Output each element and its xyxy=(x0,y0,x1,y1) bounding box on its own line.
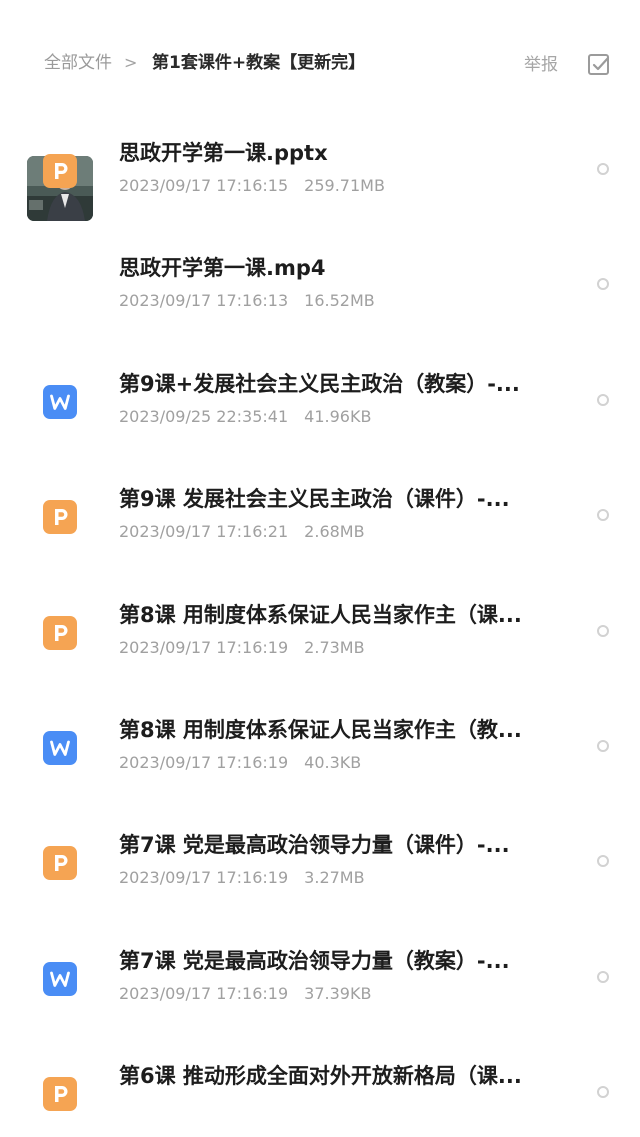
file-row[interactable]: 第8课 用制度体系保证人民当家作主（教... 2023/09/17 17:16:… xyxy=(0,675,640,790)
file-name: 第8课 用制度体系保证人民当家作主（教... xyxy=(119,717,522,742)
file-row[interactable]: 第8课 用制度体系保证人民当家作主（课... 2023/09/17 17:16:… xyxy=(0,560,640,675)
file-size: 2.68MB xyxy=(304,522,365,542)
file-size: 41.96KB xyxy=(304,406,372,426)
ppt-file-icon xyxy=(43,1077,77,1112)
select-radio[interactable] xyxy=(597,970,609,983)
word-file-icon xyxy=(43,961,77,996)
file-date: 2023/09/17 17:16:19 xyxy=(119,868,289,888)
file-name: 第8课 用制度体系保证人民当家作主（课... xyxy=(119,602,522,627)
file-size: 259.71MB xyxy=(304,176,385,195)
report-button[interactable]: 举报 xyxy=(524,53,558,77)
file-date: 2023/09/17 17:16:19 xyxy=(119,637,289,657)
file-date: 2023/09/25 22:35:41 xyxy=(119,406,289,426)
file-row[interactable]: 第7课 党是最高政治领导力量（教案）-... 2023/09/17 17:16:… xyxy=(0,906,640,1021)
word-file-icon xyxy=(43,730,77,765)
ppt-file-icon xyxy=(43,154,77,188)
file-size: 16.52MB xyxy=(304,291,375,311)
file-name: 第6课 推动形成全面对外开放新格局（课... xyxy=(119,1064,522,1089)
file-row[interactable]: 第6课 推动形成全面对外开放新格局（课... xyxy=(0,1021,640,1136)
file-name: 思政开学第一课.pptx xyxy=(119,141,328,165)
file-date: 2023/09/17 17:16:13 xyxy=(119,291,289,311)
file-meta: 2023/09/17 17:16:19 2.73MB xyxy=(119,637,365,659)
select-radio[interactable] xyxy=(597,739,609,752)
select-radio[interactable] xyxy=(597,278,609,291)
breadcrumb-separator: > xyxy=(124,53,138,72)
select-radio[interactable] xyxy=(597,509,609,522)
file-row[interactable]: 第9课+发展社会主义民主政治（教案）-... 2023/09/25 22:35:… xyxy=(0,329,640,444)
ppt-file-icon xyxy=(43,500,77,535)
select-radio[interactable] xyxy=(597,1086,609,1099)
file-name: 第9课+发展社会主义民主政治（教案）-... xyxy=(119,371,520,396)
file-row[interactable]: 第7课 党是最高政治领导力量（课件）-... 2023/09/17 17:16:… xyxy=(0,790,640,905)
file-meta: 2023/09/25 22:35:41 41.96KB xyxy=(119,406,371,428)
file-row[interactable]: 第9课 发展社会主义民主政治（课件）-... 2023/09/17 17:16:… xyxy=(0,444,640,559)
checkbox-icon[interactable] xyxy=(586,52,612,78)
select-radio[interactable] xyxy=(597,393,609,406)
file-list: 思政开学第一课.pptx 2023/09/17 17:16:15 259.71MB… xyxy=(0,98,640,1137)
file-meta: 2023/09/17 17:16:19 40.3KB xyxy=(119,752,361,774)
file-size: 2.73MB xyxy=(304,637,365,657)
file-row[interactable]: 思政开学第一课.pptx 2023/09/17 17:16:15 259.71MB xyxy=(0,98,640,213)
select-radio[interactable] xyxy=(597,163,609,175)
file-name: 第9课 发展社会主义民主政治（课件）-... xyxy=(119,487,510,512)
file-date: 2023/09/17 17:16:19 xyxy=(119,752,289,772)
file-meta: 2023/09/17 17:16:13 16.52MB xyxy=(119,290,375,312)
file-name: 思政开学第一课.mp4 xyxy=(119,256,326,281)
file-name: 第7课 党是最高政治领导力量（课件）-... xyxy=(119,833,510,858)
file-meta: 2023/09/17 17:16:21 2.68MB xyxy=(119,521,365,543)
select-radio[interactable] xyxy=(597,855,609,868)
file-date: 2023/09/17 17:16:15 xyxy=(119,176,289,195)
select-radio[interactable] xyxy=(597,624,609,637)
ppt-file-icon xyxy=(43,615,77,650)
file-meta: 2023/09/17 17:16:19 3.27MB xyxy=(119,867,365,889)
word-file-icon xyxy=(43,384,77,419)
breadcrumb-root[interactable]: 全部文件 xyxy=(44,51,112,75)
breadcrumb-current-folder: 第1套课件+教案【更新完】 xyxy=(152,53,366,73)
file-date: 2023/09/17 17:16:19 xyxy=(119,983,289,1003)
file-size: 37.39KB xyxy=(304,983,372,1003)
file-meta: 2023/09/17 17:16:15 259.71MB xyxy=(119,175,385,197)
file-name: 第7课 党是最高政治领导力量（教案）-... xyxy=(119,948,510,973)
file-meta: 2023/09/17 17:16:19 37.39KB xyxy=(119,983,371,1005)
file-date: 2023/09/17 17:16:21 xyxy=(119,522,289,542)
file-size: 40.3KB xyxy=(304,752,362,772)
file-size: 3.27MB xyxy=(304,868,365,888)
file-row[interactable]: 思政开学第一课.mp4 2023/09/17 17:16:13 16.52MB xyxy=(0,213,640,328)
ppt-file-icon xyxy=(43,846,77,881)
